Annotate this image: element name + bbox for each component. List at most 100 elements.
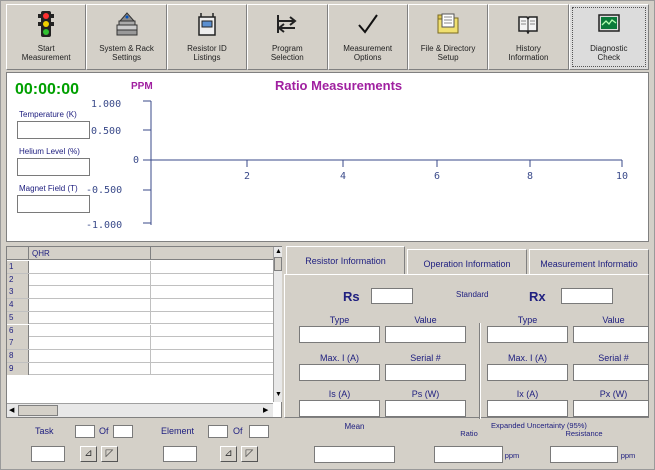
task-up-button[interactable]: ⊿ [80,446,97,462]
rs-type-field[interactable] [299,326,380,343]
rx-label: Rx [529,289,546,304]
ps-field[interactable] [385,400,466,417]
rx-field[interactable] [561,288,613,304]
px-field[interactable] [573,400,649,417]
resistor-info-panel: Resistor Information Operation Informati… [284,246,649,433]
ix-label: Ix (A) [516,389,539,399]
element-total-field[interactable] [249,425,269,438]
ratio-ppm-label: ppm [504,451,520,460]
table-row[interactable]: 8 [7,349,273,363]
horizontal-scroll-thumb[interactable] [18,405,58,416]
task-number-field[interactable] [75,425,95,438]
rs-max-current-label: Max. I (A) [319,353,359,363]
tab-resistor-information[interactable]: Resistor Information [286,246,405,275]
ratio-graph-panel: 00:00:00 PPM Ratio Measurements Temperat… [6,72,649,242]
resistor-id-listings-button[interactable]: Resistor ID Listings [166,4,248,70]
app-window: Start Measurement System & Rack Settings… [0,0,655,470]
rx-serial-label: Serial # [598,353,629,363]
scroll-up-icon[interactable]: ▲ [275,248,282,255]
down-arrow-icon: ◸ [245,448,254,459]
tab-operation-information[interactable]: Operation Information [407,249,527,274]
is-field[interactable] [299,400,380,417]
standard-label: Standard [456,290,489,299]
element-value-field[interactable] [163,446,197,462]
table-row[interactable]: 1 [7,261,273,274]
horizontal-scrollbar[interactable]: ◀ ▶ [7,403,273,417]
diagnostic-check-label: Diagnostic Check [590,44,628,62]
rx-value-label: Value [602,315,625,325]
resistor-info-body: Rs Standard Rx Type Value Max. I (A) Ser… [284,274,649,433]
rs-field[interactable] [371,288,413,304]
element-of-label: Of [233,426,243,436]
element-up-button[interactable]: ⊿ [220,446,237,462]
rx-type-label: Type [517,315,538,325]
rack-icon [115,11,139,37]
scroll-left-icon[interactable]: ◀ [9,406,14,414]
element-down-button[interactable]: ◸ [241,446,258,462]
tab-measurement-information[interactable]: Measurement Informatio [529,249,649,274]
rs-serial-field[interactable] [385,364,466,381]
y-tick-4: -0.500 [86,185,122,196]
measurement-options-button[interactable]: Measurement Options [327,4,408,70]
table-row[interactable]: 3 [7,286,273,300]
resistance-uncertainty-field[interactable] [550,446,618,463]
ratio-uncertainty-field[interactable] [434,446,503,463]
table-row[interactable]: 5 [7,311,273,325]
task-of-label: Of [99,426,109,436]
start-measurement-button[interactable]: Start Measurement [6,4,87,70]
task-down-button[interactable]: ◸ [101,446,118,462]
y-tick-5: -1.000 [86,220,122,231]
x-tick-8: 8 [527,171,533,182]
table-row[interactable]: 2 [7,273,273,287]
history-information-button[interactable]: History Information [488,4,569,70]
vertical-scroll-thumb[interactable] [274,257,282,271]
monitor-icon [597,11,621,37]
down-arrow-icon: ◸ [105,448,114,459]
program-selection-label: Program Selection [270,44,304,62]
uncertainty-panel: Mean Expanded Uncertainty (95%) Ratio Re… [284,419,649,467]
file-directory-setup-button[interactable]: File & Directory Setup [407,4,489,70]
qhr-column-header: QHR [29,247,151,260]
task-total-field[interactable] [113,425,133,438]
is-label: Is (A) [328,389,351,399]
task-label: Task [35,426,54,436]
scroll-right-icon[interactable]: ▶ [263,406,268,414]
table-row[interactable]: 6 [7,324,273,338]
rs-label: Rs [343,289,360,304]
table-row[interactable]: 7 [7,337,273,350]
task-value-field[interactable] [31,446,65,462]
table-row[interactable]: 4 [7,299,273,312]
up-arrow-icon: ⊿ [224,448,233,459]
arrows-icon [275,11,299,37]
element-number-field[interactable] [208,425,228,438]
rx-type-field[interactable] [487,326,568,343]
rs-type-label: Type [329,315,350,325]
rs-value-field[interactable] [385,326,466,343]
program-selection-button[interactable]: Program Selection [247,4,328,70]
qhr-grid: QHR 1 2 3 4 5 6 7 8 9 ▲ ▼ ◀ ▶ [6,246,282,418]
rx-value-field[interactable] [573,326,649,343]
rx-serial-field[interactable] [573,364,649,381]
ps-label: Ps (W) [411,389,440,399]
start-measurement-label: Start Measurement [21,44,71,62]
system-rack-settings-button[interactable]: System & Rack Settings [86,4,167,70]
x-tick-10: 10 [616,171,628,182]
measurement-options-label: Measurement Options [343,44,393,62]
rs-max-current-field[interactable] [299,364,380,381]
diagnostic-check-button[interactable]: Diagnostic Check [568,4,649,70]
x-tick-4: 4 [340,171,346,182]
x-tick-2: 2 [244,171,250,182]
rx-max-current-field[interactable] [487,364,568,381]
folder-icon [436,11,460,37]
resistance-ppm-label: ppm [620,451,636,460]
vertical-scrollbar[interactable]: ▲ ▼ [273,247,282,402]
px-label: Px (W) [599,389,628,399]
y-tick-2: 0.500 [91,126,121,137]
up-arrow-icon: ⊿ [84,448,93,459]
ix-field[interactable] [487,400,568,417]
table-row[interactable]: 9 [7,362,273,376]
main-toolbar: Start Measurement System & Rack Settings… [6,4,649,70]
book-icon [516,11,540,37]
scroll-down-icon[interactable]: ▼ [275,391,282,398]
mean-field[interactable] [314,446,395,463]
